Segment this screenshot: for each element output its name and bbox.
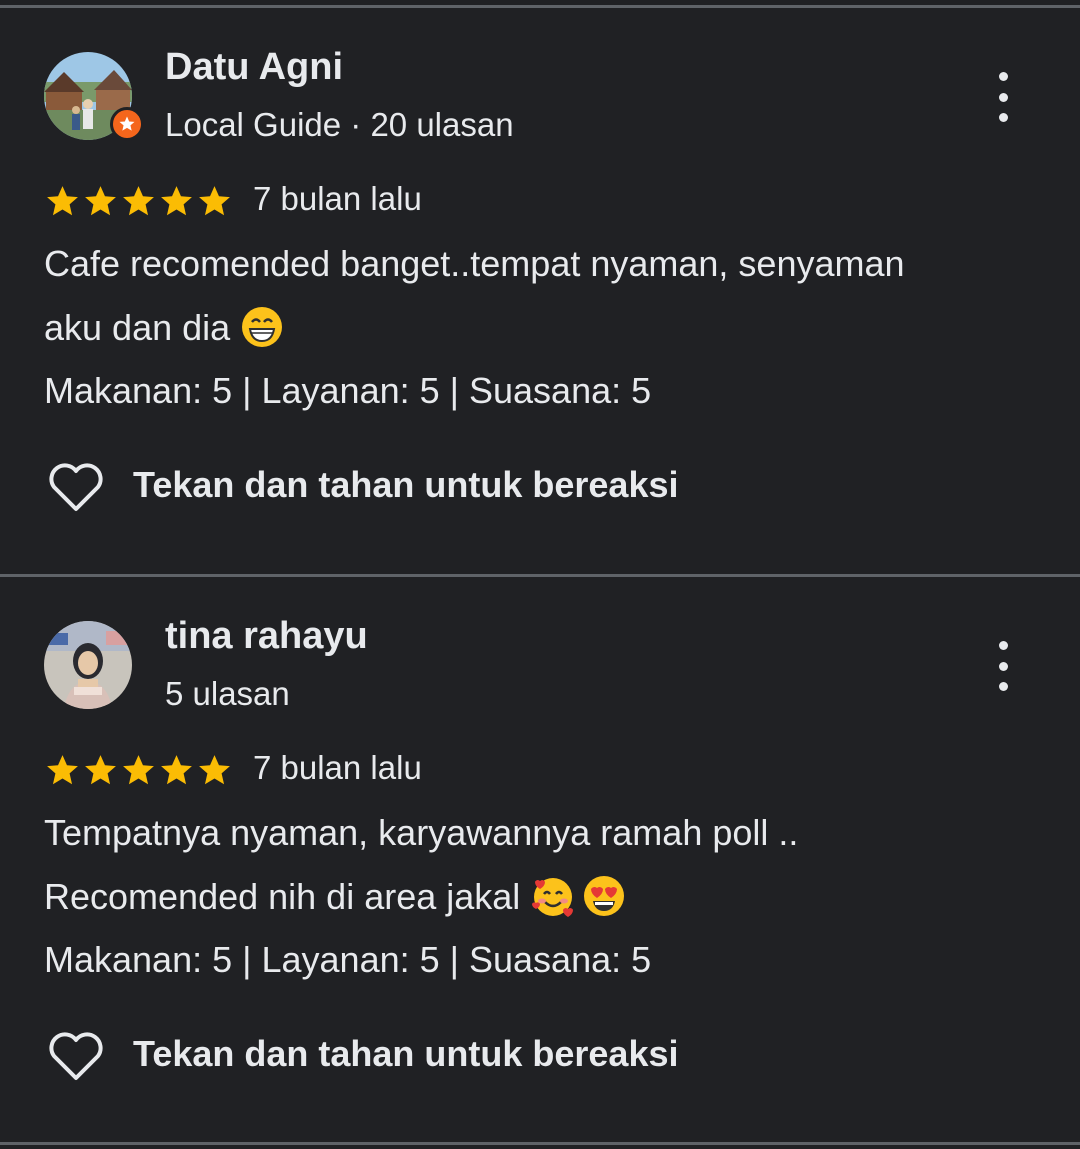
star-icon (85, 755, 116, 785)
local-guide-badge (110, 107, 144, 141)
local-guide-star-icon (119, 116, 135, 131)
star-rating (44, 183, 233, 223)
star-icon (161, 186, 192, 216)
grinning-face-emoji (242, 307, 283, 348)
avatar[interactable] (44, 621, 132, 709)
react-button[interactable] (48, 1029, 104, 1085)
smiling-face-with-hearts-emoji (532, 878, 574, 918)
star-icon (199, 755, 230, 785)
review-date: 7 bulan lalu (253, 180, 422, 217)
review-date: 7 bulan lalu (253, 749, 422, 786)
heart-eyes-emoji (584, 876, 625, 917)
review-text: Cafe recomended banget..tempat nyaman, s… (44, 243, 905, 284)
heart-outline-icon (49, 1032, 103, 1080)
star-icon (123, 755, 154, 785)
star-icon (199, 186, 230, 216)
more-options-button[interactable] (983, 72, 1023, 122)
star-rating (44, 752, 233, 792)
review-text: Tempatnya nyaman, karyawannya ramah poll… (44, 812, 799, 853)
more-vert-icon (998, 641, 1008, 650)
review-divider (0, 1142, 1080, 1145)
react-button[interactable] (48, 460, 104, 516)
star-icon (161, 755, 192, 785)
heart-outline-icon (49, 463, 103, 511)
react-label[interactable]: Tekan dan tahan untuk bereaksi (133, 464, 678, 506)
review-text-line[interactable]: Tempatnya nyaman, karyawannya ramah poll… (44, 812, 798, 854)
review-text-line[interactable]: Cafe recomended banget..tempat nyaman, s… (44, 243, 905, 285)
review-text: Recomended nih di area jakal (44, 876, 521, 917)
reviewer-meta: Local Guide · 20 ulasan (165, 106, 514, 143)
review-text: aku dan dia (44, 307, 231, 348)
more-options-button[interactable] (983, 641, 1023, 691)
star-icon (47, 755, 78, 785)
sub-ratings: Makanan: 5 | Layanan: 5 | Suasana: 5 (44, 370, 652, 411)
review-card: tina rahayu 5 ulasan 7 bulan lalu Tempat… (0, 569, 1080, 1139)
sub-ratings: Makanan: 5 | Layanan: 5 | Suasana: 5 (44, 939, 652, 980)
star-icon (123, 186, 154, 216)
review-card: Datu Agni Local Guide · 20 ulasan 7 bula… (0, 0, 1080, 570)
react-label[interactable]: Tekan dan tahan untuk bereaksi (133, 1033, 678, 1075)
review-text-line[interactable]: Recomended nih di area jakal (44, 876, 626, 918)
more-vert-icon (998, 72, 1008, 81)
reviewer-name[interactable]: tina rahayu (165, 615, 368, 658)
star-icon (47, 186, 78, 216)
star-icon (85, 186, 116, 216)
reviewer-meta: 5 ulasan (165, 675, 290, 712)
review-text-line[interactable]: aku dan dia (44, 307, 284, 349)
reviewer-name[interactable]: Datu Agni (165, 46, 343, 89)
